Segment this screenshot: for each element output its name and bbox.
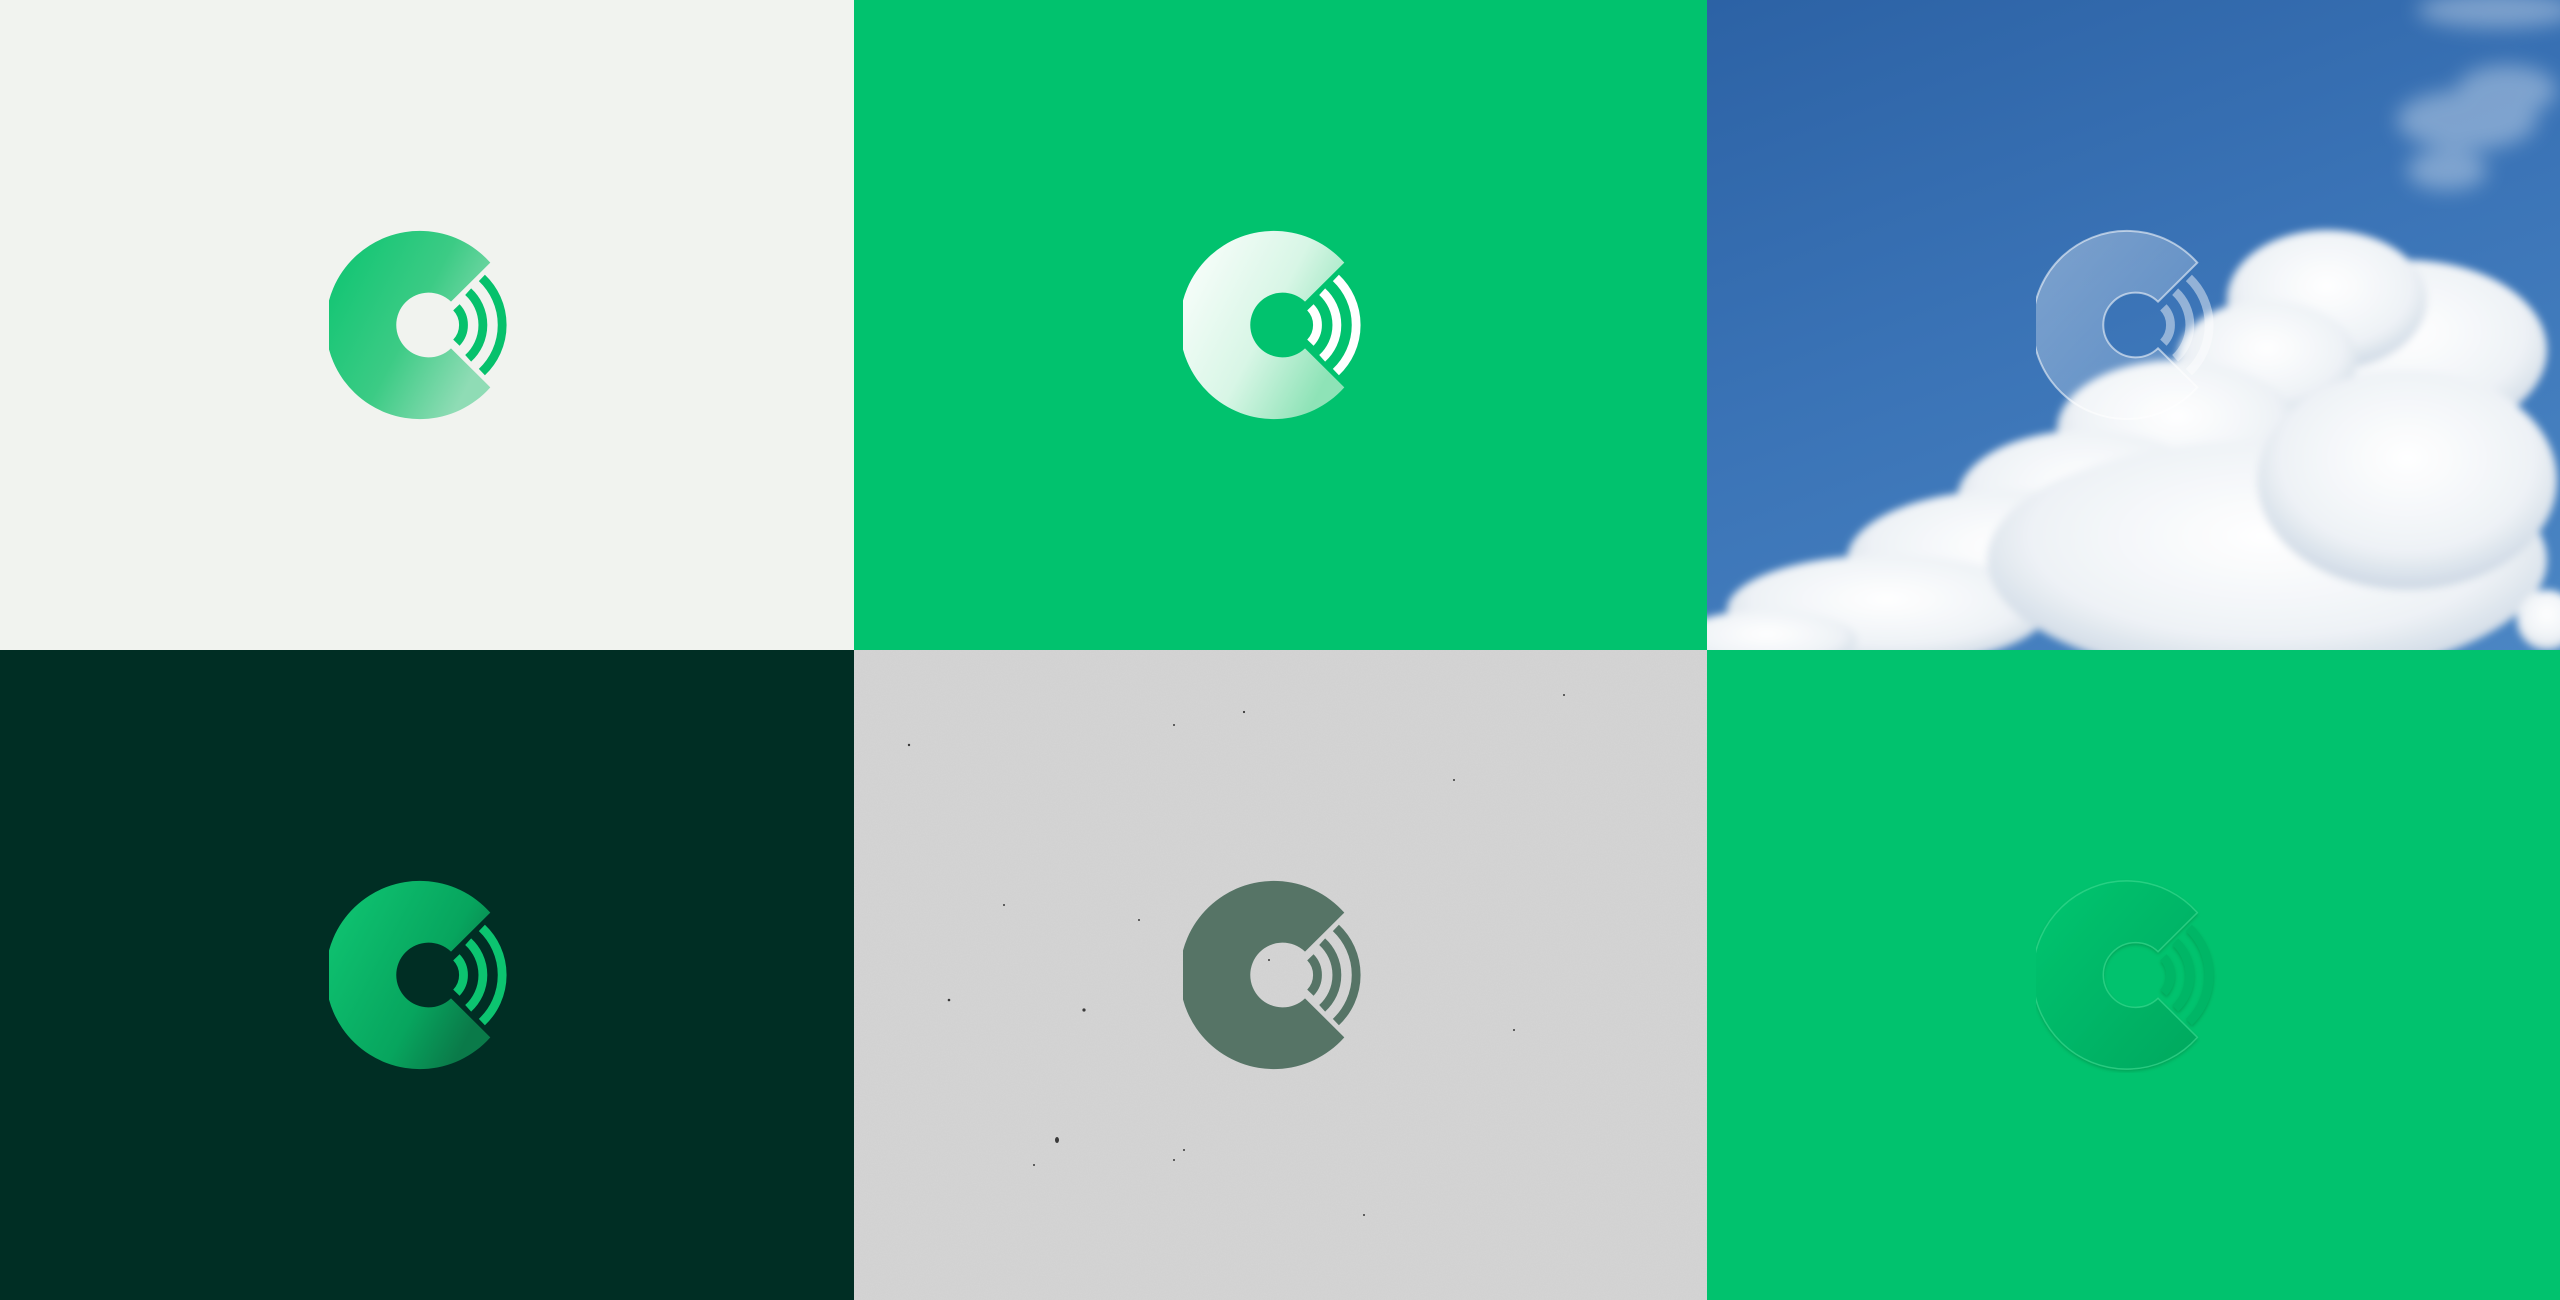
logo-on-light-tile xyxy=(0,0,854,650)
disc-signal-icon xyxy=(329,880,525,1070)
disc-signal-icon xyxy=(2035,229,2232,421)
disc-signal-icon xyxy=(329,230,525,420)
logo-on-paper-tile xyxy=(854,650,1707,1300)
disc-signal-icon xyxy=(2035,880,2232,1070)
logo-showcase-grid xyxy=(0,0,2560,1300)
disc-signal-icon xyxy=(1182,880,1379,1070)
disc-signal-icon xyxy=(1182,230,1379,420)
logo-on-green-embossed-tile xyxy=(1707,650,2560,1300)
logo-on-dark-tile xyxy=(0,650,854,1300)
logo-on-green-tile xyxy=(854,0,1707,650)
logo-on-sky-tile xyxy=(1707,0,2560,650)
